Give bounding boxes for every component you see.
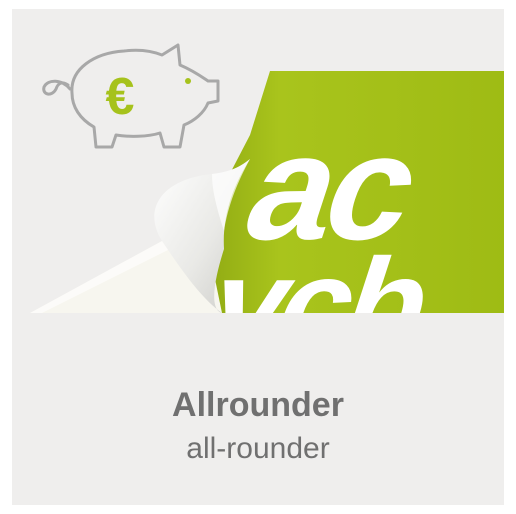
euro-symbol: € (106, 68, 135, 126)
product-subtitle: all-rounder (186, 432, 330, 465)
green-sticker: ac vcb (208, 71, 504, 313)
product-title: Allrounder (172, 386, 344, 424)
sticker-illustration: ac vcb € (30, 43, 504, 313)
product-card[interactable]: ac vcb € Allrounder all-rounder (12, 9, 504, 505)
